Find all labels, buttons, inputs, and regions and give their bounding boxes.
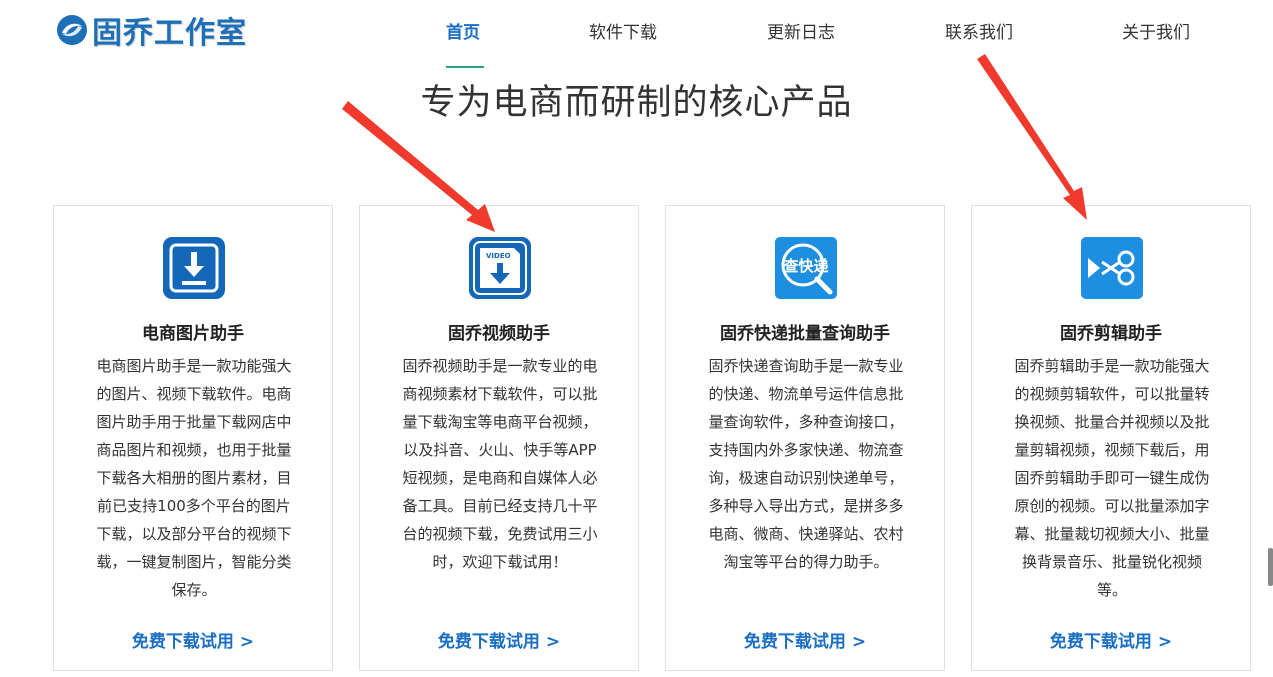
nav-software-download[interactable]: 软件下载 [589,18,657,43]
product-card-video-editor: 固乔剪辑助手 固乔剪辑助手是一款功能强大的视频剪辑软件，可以批量转换视频、批量合… [971,205,1251,671]
free-download-link[interactable]: 免费下载试用 > [972,627,1250,652]
card-description: 固乔视频助手是一款专业的电商视频素材下载软件，可以批量下载淘宝等电商平台视频，以… [402,357,598,571]
nav-home[interactable]: 首页 [446,18,480,43]
scrollbar-thumb[interactable] [1268,548,1273,586]
video-download-icon[interactable]: VIDEO [468,236,532,300]
card-title: 固乔快递批量查询助手 [720,324,890,344]
product-card-image-helper: 电商图片助手 电商图片助手是一款功能强大的图片、视频下载软件。电商图片助手用于批… [53,205,333,671]
card-title: 固乔剪辑助手 [1060,324,1162,344]
download-tray-icon[interactable] [162,236,226,300]
card-title: 电商图片助手 [142,324,244,344]
product-card-express-query: 查快递 固乔快递批量查询助手 固乔快递查询助手是一款专业的快递、物流单号运件信息… [665,205,945,671]
nav-active-indicator [446,66,484,68]
express-icon-label: 查快递 [783,257,828,275]
scissors-icon[interactable] [1080,236,1144,300]
nav-contact[interactable]: 联系我们 [945,18,1013,43]
free-download-link[interactable]: 免费下载试用 > [54,627,332,652]
express-search-icon[interactable]: 查快递 [774,236,838,300]
card-title: 固乔视频助手 [448,324,550,344]
nav-about[interactable]: 关于我们 [1122,18,1190,43]
card-description: 固乔快递查询助手是一款专业的快递、物流单号运件信息批量查询软件，多种查询接口，支… [708,357,904,571]
section-headline: 专为电商而研制的核心产品 [420,83,853,123]
card-description: 电商图片助手是一款功能强大的图片、视频下载软件。电商图片助手用于批量下载网店中商… [96,357,292,599]
free-download-link[interactable]: 免费下载试用 > [666,627,944,652]
main-nav: 首页 软件下载 更新日志 联系我们 关于我们 [0,18,1273,43]
free-download-link[interactable]: 免费下载试用 > [360,627,638,652]
product-card-video-helper: VIDEO 固乔视频助手 固乔视频助手是一款专业的电商视频素材下载软件，可以批量… [359,205,639,671]
video-icon-label: VIDEO [486,252,511,260]
card-description: 固乔剪辑助手是一款功能强大的视频剪辑软件，可以批量转换视频、批量合并视频以及批量… [1014,357,1210,599]
nav-changelog[interactable]: 更新日志 [767,18,835,43]
